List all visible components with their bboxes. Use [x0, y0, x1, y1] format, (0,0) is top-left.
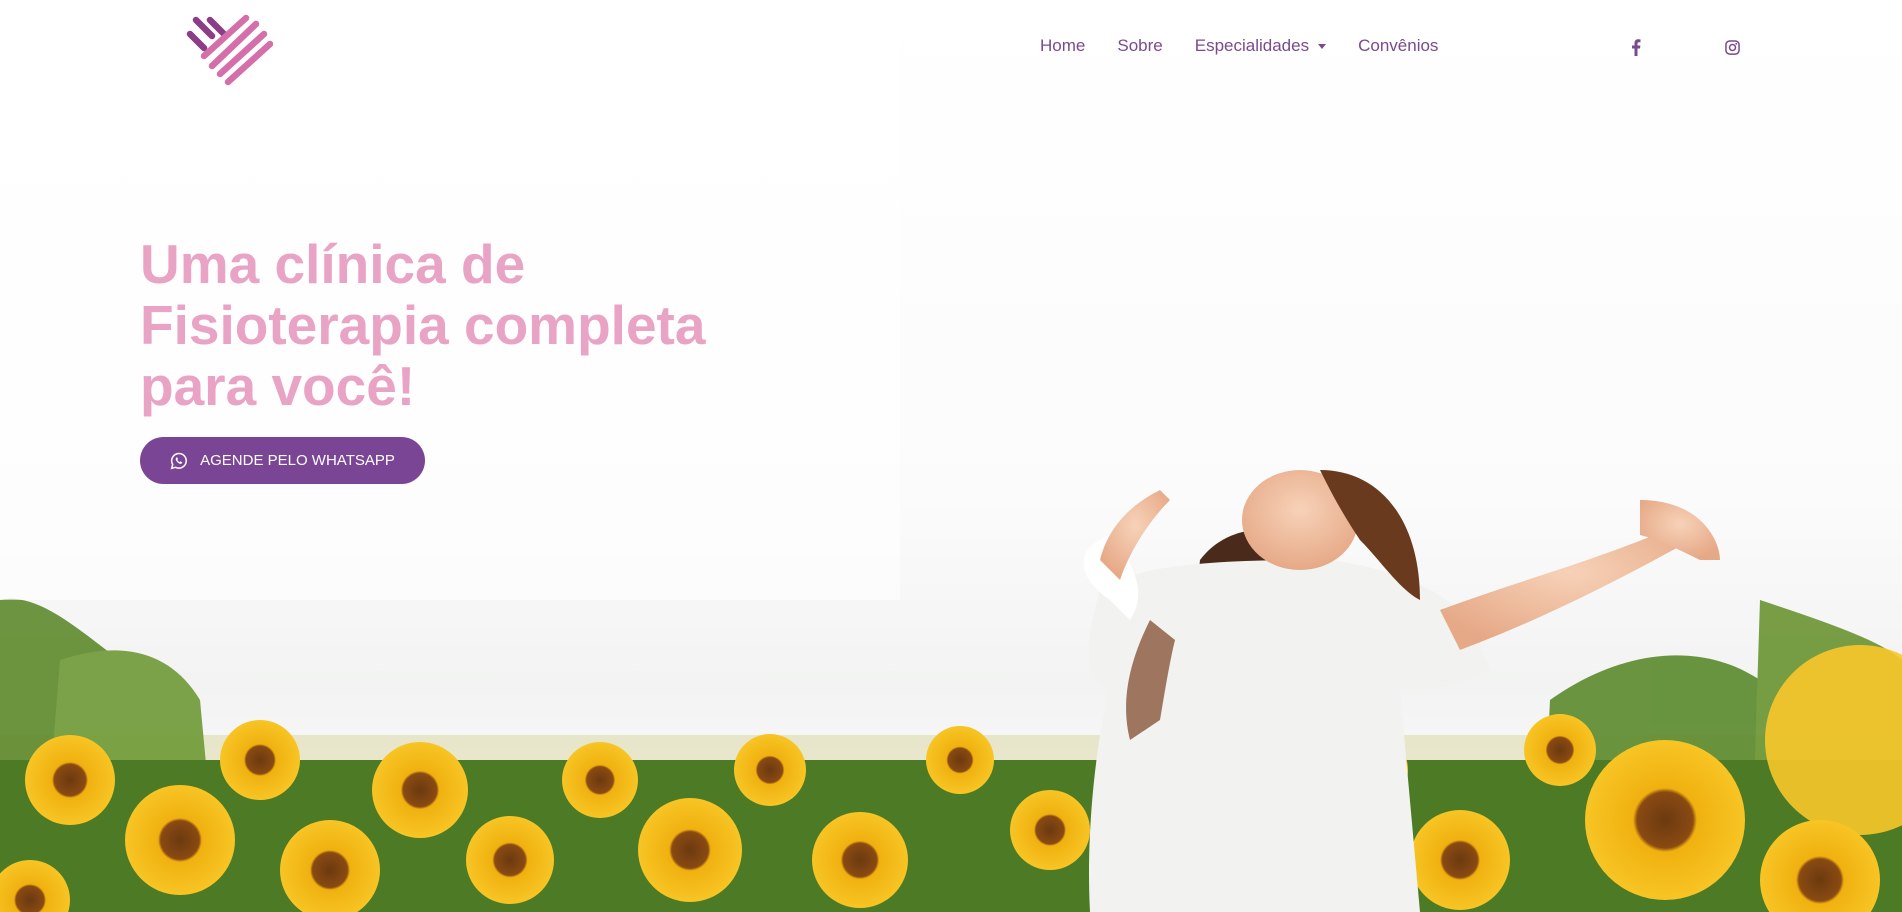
main-nav: Home Sobre Especialidades Convênios — [1040, 36, 1470, 56]
chevron-down-icon — [1318, 43, 1327, 49]
whatsapp-icon — [170, 452, 188, 470]
nav-home[interactable]: Home — [1040, 36, 1085, 56]
whatsapp-cta-label: AGENDE PELO WHATSAPP — [200, 452, 395, 469]
whatsapp-cta-button[interactable]: AGENDE PELO WHATSAPP — [140, 437, 425, 484]
instagram-icon[interactable] — [1723, 38, 1741, 56]
nav-especialidades[interactable]: Especialidades — [1194, 36, 1327, 56]
hero-title-line: Uma clínica de — [140, 233, 526, 295]
hero-title-line: para você! — [140, 355, 416, 417]
nav-sobre[interactable]: Sobre — [1117, 36, 1162, 56]
hero-title-line: Fisioterapia completa — [140, 294, 706, 356]
facebook-icon[interactable] — [1627, 38, 1645, 56]
nav-convenios[interactable]: Convênios — [1358, 36, 1438, 56]
hero-title: Uma clínica de Fisioterapia completa par… — [140, 234, 780, 417]
heart-stripes-logo[interactable] — [186, 14, 274, 86]
top-navbar: Home Sobre Especialidades Convênios — [0, 0, 1902, 100]
nav-especialidades-label: Especialidades — [1194, 36, 1310, 55]
hero-section: Uma clínica de Fisioterapia completa par… — [140, 234, 780, 484]
